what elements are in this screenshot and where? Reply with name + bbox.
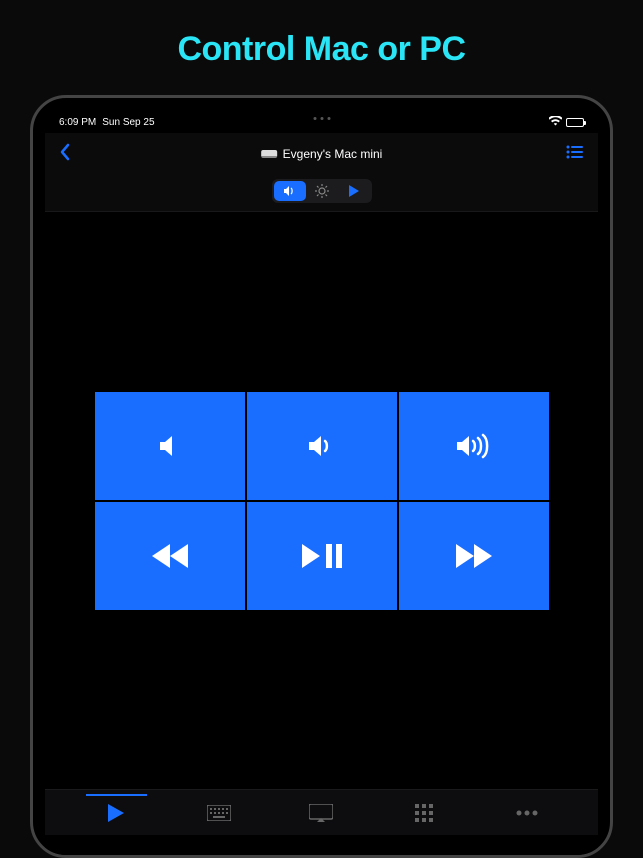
nav-title-text: Evgeny's Mac mini xyxy=(283,147,383,161)
segmented-control xyxy=(45,175,598,212)
status-date: Sun Sep 25 xyxy=(102,117,154,128)
segment-volume[interactable] xyxy=(274,181,306,201)
tab-keyboard[interactable] xyxy=(168,805,271,821)
mute-button[interactable] xyxy=(95,392,245,500)
status-time: 6:09 PM xyxy=(59,117,96,128)
status-bar: 6:09 PM Sun Sep 25 xyxy=(45,110,598,133)
nav-bar: Evgeny's Mac mini xyxy=(45,133,598,175)
wifi-icon xyxy=(549,116,562,129)
main-area xyxy=(45,212,598,789)
headline: Control Mac or PC xyxy=(0,0,643,69)
tab-screen[interactable] xyxy=(270,804,373,822)
volume-down-button[interactable] xyxy=(247,392,397,500)
tab-bar xyxy=(45,789,598,835)
nav-title: Evgeny's Mac mini xyxy=(261,147,383,161)
segment-brightness[interactable] xyxy=(306,181,338,201)
tab-remote[interactable] xyxy=(65,804,168,822)
play-pause-button[interactable] xyxy=(247,502,397,610)
tab-more[interactable] xyxy=(475,810,578,816)
tab-apps[interactable] xyxy=(373,804,476,822)
volume-up-button[interactable] xyxy=(399,392,549,500)
mac-mini-icon xyxy=(261,150,277,158)
rewind-button[interactable] xyxy=(95,502,245,610)
forward-button[interactable] xyxy=(399,502,549,610)
segment-play[interactable] xyxy=(338,181,370,201)
tablet-frame: 6:09 PM Sun Sep 25 Evgeny's Mac mini xyxy=(30,95,613,858)
back-button[interactable] xyxy=(59,141,71,167)
multitask-dots-icon xyxy=(313,117,330,120)
control-grid xyxy=(95,392,549,610)
list-button[interactable] xyxy=(566,145,584,164)
screen: 6:09 PM Sun Sep 25 Evgeny's Mac mini xyxy=(45,110,598,855)
battery-icon xyxy=(566,118,584,127)
